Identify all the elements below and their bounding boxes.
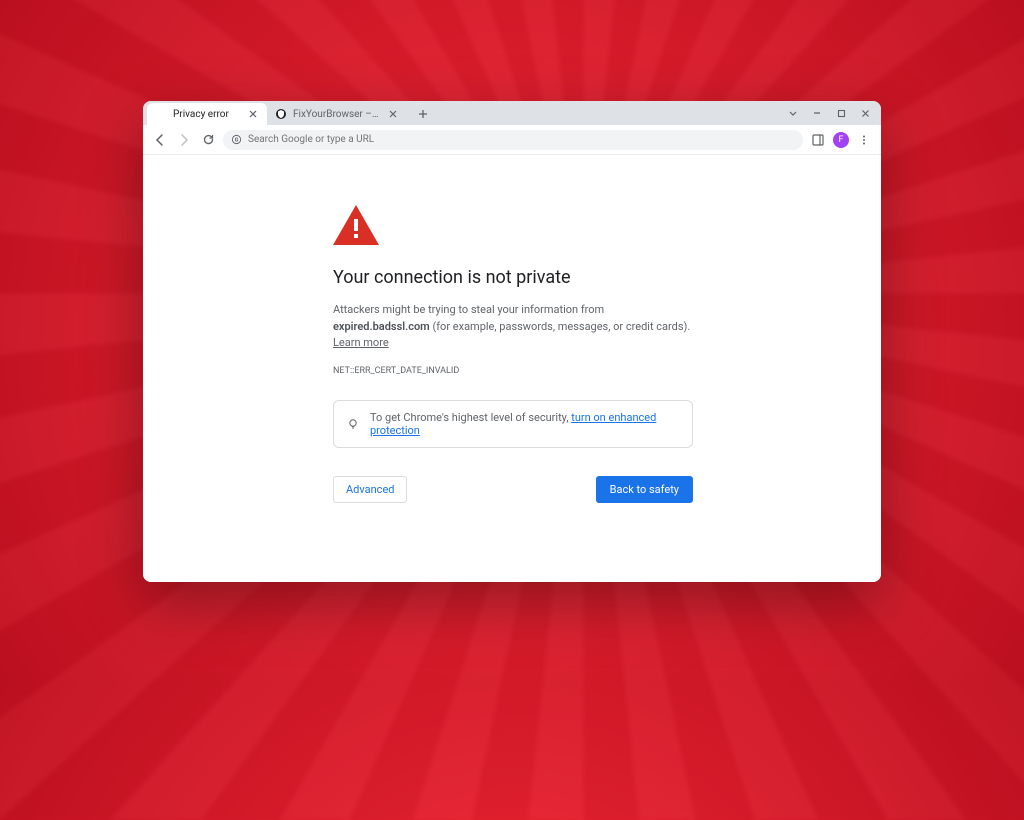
button-row: Advanced Back to safety	[333, 476, 693, 503]
error-heading: Your connection is not private	[333, 267, 693, 288]
error-body: Attackers might be trying to steal your …	[333, 302, 693, 352]
error-code: NET::ERR_CERT_DATE_INVALID	[333, 366, 693, 376]
profile-avatar[interactable]: F	[833, 132, 849, 148]
reload-button[interactable]	[199, 131, 217, 149]
tab-privacy-error[interactable]: Privacy error	[147, 103, 267, 125]
svg-text:G: G	[235, 137, 239, 143]
advanced-button[interactable]: Advanced	[333, 476, 407, 503]
tab-strip: Privacy error FixYourBrowser – Your Trus…	[147, 101, 875, 125]
page-content: Your connection is not private Attackers…	[143, 155, 881, 582]
toolbar: G F	[143, 125, 881, 155]
favicon-blank	[155, 108, 167, 120]
back-to-safety-button[interactable]: Back to safety	[596, 476, 693, 503]
titlebar: Privacy error FixYourBrowser – Your Trus…	[143, 101, 881, 125]
menu-button[interactable]	[855, 131, 873, 149]
tab-fixyourbrowser[interactable]: FixYourBrowser – Your Trusted S...	[267, 103, 407, 125]
maximize-button[interactable]	[829, 103, 853, 123]
side-panel-button[interactable]	[809, 131, 827, 149]
lightbulb-icon	[346, 417, 360, 431]
minimize-button[interactable]	[805, 103, 829, 123]
window-controls	[781, 101, 877, 125]
tabs-dropdown-button[interactable]	[781, 103, 805, 123]
error-domain: expired.badssl.com	[333, 320, 430, 333]
search-engine-icon: G	[231, 134, 242, 145]
new-tab-button[interactable]	[413, 104, 433, 124]
close-icon[interactable]	[247, 108, 259, 120]
forward-button[interactable]	[175, 131, 193, 149]
tab-label: FixYourBrowser – Your Trusted S...	[293, 109, 381, 120]
back-button[interactable]	[151, 131, 169, 149]
close-icon[interactable]	[387, 108, 399, 120]
enhanced-protection-tip: To get Chrome's highest level of securit…	[333, 400, 693, 448]
tab-label: Privacy error	[173, 109, 241, 120]
browser-window: Privacy error FixYourBrowser – Your Trus…	[143, 101, 881, 582]
omnibox-input[interactable]	[248, 134, 795, 145]
learn-more-link[interactable]: Learn more	[333, 336, 389, 349]
warning-triangle-icon	[333, 205, 379, 245]
shield-icon	[275, 108, 287, 120]
avatar-initial: F	[839, 135, 844, 145]
omnibox[interactable]: G	[223, 130, 803, 150]
close-window-button[interactable]	[853, 103, 877, 123]
ssl-error-interstitial: Your connection is not private Attackers…	[333, 205, 693, 503]
